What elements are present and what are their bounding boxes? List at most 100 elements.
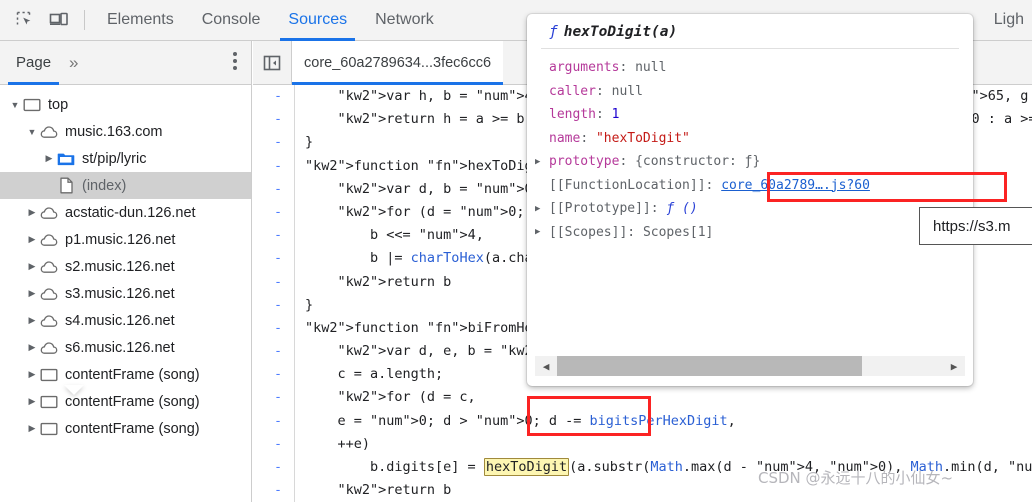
tree-row[interactable]: ▶ contentFrame (song) [0, 388, 251, 415]
popover-title: ƒ hexToDigit(a) [541, 14, 959, 49]
chevron-down-icon[interactable]: ▼ [25, 127, 39, 137]
file-tree: ▼ top ▼ music.163.com ▶ st/pip/lyric (index) ▶ a… [0, 85, 251, 442]
line-gutter-marker: - [253, 85, 295, 109]
inspect-element-icon[interactable] [8, 3, 42, 37]
popover-properties: arguments: null caller: null length: 1 name… [527, 49, 973, 244]
tree-row-label: contentFrame (song) [65, 420, 200, 437]
device-toolbar-icon[interactable] [42, 3, 76, 37]
popover-property-row[interactable]: length: 1 [527, 103, 973, 127]
chevron-right-icon[interactable]: ▶ [535, 227, 545, 237]
line-gutter-marker: - [253, 131, 295, 155]
chevron-right-icon[interactable]: ▶ [25, 207, 39, 218]
property-value: ƒ () [666, 201, 698, 217]
popover-property-row[interactable]: arguments: null [527, 56, 973, 80]
tree-row[interactable]: ▶ st/pip/lyric [0, 145, 251, 172]
code-line[interactable]: - "kw2">for (d = c, [253, 386, 1032, 410]
code-line-text: c = a.length; [305, 366, 444, 383]
chevron-right-icon[interactable]: ▶ [25, 396, 39, 407]
tab-elements[interactable]: Elements [93, 0, 188, 41]
code-line[interactable]: - "kw2">return b [253, 479, 1032, 502]
property-value: 1 [611, 107, 620, 123]
navigator-tab-page[interactable]: Page [0, 41, 63, 85]
scroll-right-arrow-icon[interactable]: ▶ [943, 360, 965, 373]
chevron-right-icon[interactable]: ▶ [25, 369, 39, 380]
tree-row[interactable]: ▶ contentFrame (song) [0, 415, 251, 442]
line-gutter-marker: - [253, 224, 295, 248]
tab-network[interactable]: Network [361, 0, 448, 41]
tab-console[interactable]: Console [188, 0, 275, 41]
property-separator: : [595, 107, 612, 123]
folder-blue-icon [56, 151, 76, 167]
code-line-text: e = "num">0; d > "num">0; d -= bigitsPer… [305, 412, 736, 429]
navigator-panel: Page » ▼ top ▼ music.163.com ▶ st/pip/lyric (i… [0, 41, 252, 502]
property-key: name [549, 130, 581, 146]
navigator-options-icon[interactable] [233, 52, 237, 73]
cloud-icon [39, 205, 59, 221]
scrollbar-track[interactable] [557, 356, 943, 376]
popover-property-row[interactable]: ▶ [[Scopes]]: Scopes[1] [527, 221, 973, 245]
property-separator: : [580, 130, 596, 146]
status-url-tooltip: https://s3.m [919, 207, 1032, 245]
property-key: [[FunctionLocation]] [549, 177, 706, 193]
popover-property-row[interactable]: caller: null [527, 80, 973, 104]
tree-row[interactable]: ▶ p1.music.126.net [0, 226, 251, 253]
code-line[interactable]: - e = "num">0; d > "num">0; d -= bigitsP… [253, 409, 1032, 433]
line-gutter-marker: - [253, 456, 295, 480]
tree-row-label: acstatic-dun.126.net [65, 204, 196, 221]
property-value: null [611, 83, 643, 99]
tree-row-label: contentFrame (song) [65, 366, 200, 383]
chevron-right-icon[interactable]: ▶ [25, 342, 39, 353]
frame-icon [39, 367, 59, 383]
devtools-window: Elements Console Sources Network Ligh Pa… [0, 0, 1032, 502]
tree-row[interactable]: ▼ top [0, 91, 251, 118]
line-gutter-marker: - [253, 363, 295, 387]
code-line[interactable]: - b.digits[e] = hexToDigit (a.substr(Math… [253, 456, 1032, 480]
chevron-right-icon[interactable]: ▶ [25, 423, 39, 434]
property-separator: : [705, 177, 722, 193]
chevron-right-icon[interactable]: ▶ [25, 288, 39, 299]
popover-property-row[interactable]: [[FunctionLocation]]: core_60a2789….js?6… [527, 174, 973, 198]
highlighted-token[interactable]: hexToDigit [483, 458, 570, 476]
object-popover[interactable]: ƒ hexToDigit(a) arguments: null caller: nu… [527, 14, 973, 386]
tree-row[interactable]: ▶ acstatic-dun.126.net [0, 199, 251, 226]
chevron-right-icon[interactable]: ▶ [42, 153, 56, 164]
tree-row[interactable]: ▶ s6.music.126.net [0, 334, 251, 361]
frame-icon [22, 97, 42, 113]
chevron-right-icon[interactable]: ▶ [25, 315, 39, 326]
frame-icon [39, 394, 59, 410]
code-line[interactable]: - ++e) [253, 432, 1032, 456]
scrollbar-thumb[interactable] [557, 356, 862, 376]
popover-horizontal-scrollbar[interactable]: ◀ ▶ [535, 356, 965, 376]
tree-row[interactable]: (index) [0, 172, 251, 199]
tab-lighthouse[interactable]: Ligh [980, 0, 1032, 41]
code-line-text: } [305, 296, 314, 313]
function-location-link[interactable]: core_60a2789….js?60 [721, 178, 870, 193]
tree-row-label: s6.music.126.net [65, 339, 175, 356]
chevron-right-icon[interactable]: ▶ [535, 204, 545, 214]
tree-row[interactable]: ▶ s3.music.126.net [0, 280, 251, 307]
cloud-icon [39, 286, 59, 302]
popover-property-row[interactable]: name: "hexToDigit" [527, 127, 973, 151]
tree-row[interactable]: ▶ contentFrame (song) [0, 361, 251, 388]
tree-row[interactable]: ▼ music.163.com [0, 118, 251, 145]
tree-row[interactable]: ▶ s4.music.126.net [0, 307, 251, 334]
property-key: [[Scopes]] [549, 224, 628, 240]
popover-property-row[interactable]: ▶ [[Prototype]]: ƒ () [527, 197, 973, 221]
tree-row[interactable]: ▶ s2.music.126.net [0, 253, 251, 280]
chevron-down-icon[interactable]: ▼ [8, 100, 22, 110]
cloud-icon [39, 340, 59, 356]
chevron-right-icon[interactable]: ▶ [535, 157, 545, 167]
editor-file-tab[interactable]: core_60a2789634...3fec6cc6 [291, 40, 504, 85]
line-gutter-marker: - [253, 177, 295, 201]
chevron-right-icon[interactable]: ▶ [25, 261, 39, 272]
tab-sources[interactable]: Sources [274, 0, 361, 41]
popover-property-row[interactable]: ▶ prototype: {constructor: ƒ} [527, 150, 973, 174]
show-navigator-icon[interactable] [253, 41, 291, 85]
line-gutter-marker: - [253, 479, 295, 502]
line-gutter-marker: - [253, 108, 295, 132]
tree-row-label: p1.music.126.net [65, 231, 176, 248]
code-line-text: } [305, 134, 314, 151]
navigator-more-tabs-icon[interactable]: » [63, 53, 83, 73]
chevron-right-icon[interactable]: ▶ [25, 234, 39, 245]
scroll-left-arrow-icon[interactable]: ◀ [535, 360, 557, 373]
